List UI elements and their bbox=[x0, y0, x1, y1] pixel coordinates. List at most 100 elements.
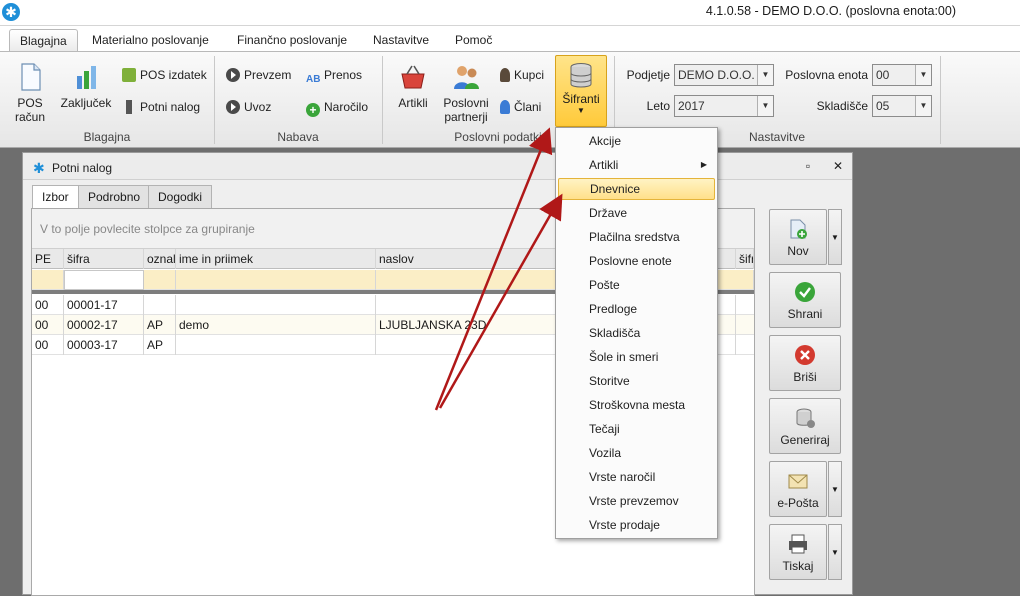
database-icon bbox=[570, 63, 592, 88]
skladisce-combo[interactable]: 05 ▼ bbox=[872, 95, 932, 117]
potni-nalog-label: Potni nalog bbox=[140, 100, 201, 114]
zakljucek-button[interactable]: Zaključek bbox=[56, 62, 116, 110]
podjetje-combo[interactable]: DEMO D.O.O. ▼ bbox=[674, 64, 774, 86]
prevzem-button[interactable]: Prevzem bbox=[226, 65, 291, 85]
sifranti-label: Šifranti bbox=[562, 92, 600, 106]
uvoz-button[interactable]: Uvoz bbox=[226, 97, 271, 117]
money-icon bbox=[122, 68, 136, 82]
group-separator bbox=[940, 56, 941, 144]
pin-icon bbox=[126, 100, 132, 114]
cell-pe: 00 bbox=[32, 295, 64, 315]
chevron-down-icon[interactable]: ▼ bbox=[915, 65, 931, 85]
envelope-icon bbox=[788, 474, 808, 489]
cell-pe: 00 bbox=[32, 335, 64, 355]
email-button-label: e-Pošta bbox=[777, 496, 819, 510]
menu-item-poste[interactable]: Pošte bbox=[558, 274, 715, 296]
artikli-label: Artikli bbox=[398, 96, 428, 110]
close-icon[interactable]: ✕ bbox=[831, 159, 845, 173]
new-button[interactable]: Nov bbox=[769, 209, 827, 265]
prenos-button[interactable]: AB Prenos bbox=[306, 65, 362, 85]
menu-item-akcije[interactable]: Akcije bbox=[558, 130, 715, 152]
menu-item-dnevnice[interactable]: Dnevnice bbox=[558, 178, 715, 200]
pos-izdatek-button[interactable]: POS izdatek bbox=[122, 65, 207, 85]
clani-button[interactable]: Člani bbox=[500, 97, 541, 117]
people-icon bbox=[454, 66, 479, 89]
filter-cell[interactable] bbox=[176, 270, 376, 290]
cell-sifra: 00001-17 bbox=[64, 295, 144, 315]
poslovni-partnerji-button[interactable]: Poslovni partnerji bbox=[440, 62, 492, 124]
menu-item-vozila[interactable]: Vozila bbox=[558, 442, 715, 464]
leto-label: Leto bbox=[646, 99, 670, 113]
filter-cell[interactable] bbox=[64, 270, 144, 290]
menu-item-vrste-prevzemov[interactable]: Vrste prevzemov bbox=[558, 490, 715, 512]
cell-oznaka: AP bbox=[144, 315, 176, 335]
menu-item-artikli[interactable]: Artikli ▶ bbox=[558, 154, 715, 176]
kupci-label: Kupci bbox=[514, 68, 545, 82]
child-window-title: Potni nalog bbox=[52, 161, 113, 175]
podjetje-value: DEMO D.O.O. bbox=[678, 68, 755, 82]
poslovna-enota-combo[interactable]: 00 ▼ bbox=[872, 64, 932, 86]
filter-cell[interactable] bbox=[144, 270, 176, 290]
tab-blagajna[interactable]: Blagajna bbox=[9, 29, 78, 53]
column-header-sifra-2[interactable]: šifr bbox=[736, 249, 754, 269]
chevron-down-icon[interactable]: ▼ bbox=[757, 65, 773, 85]
sifranti-button[interactable]: Šifranti ▼ bbox=[555, 55, 607, 127]
tab-podrobno[interactable]: Podrobno bbox=[78, 185, 151, 208]
uvoz-label: Uvoz bbox=[244, 100, 272, 114]
leto-combo[interactable]: 2017 ▼ bbox=[674, 95, 774, 117]
pos-racun-button[interactable]: POS račun bbox=[6, 62, 54, 124]
zakljucek-label: Zaključek bbox=[60, 96, 112, 110]
filter-cell[interactable] bbox=[32, 270, 64, 290]
menu-item-vrste-prodaje[interactable]: Vrste prodaje bbox=[558, 514, 715, 536]
ribbon: POS račun Zaključek POS izdatek Potni na… bbox=[0, 51, 1020, 148]
menu-item-drzave[interactable]: Države bbox=[558, 202, 715, 224]
tab-pomoc[interactable]: Pomoč bbox=[445, 29, 502, 52]
menu-item-placilna-sredstva[interactable]: Plačilna sredstva bbox=[558, 226, 715, 248]
menu-item-skladisca[interactable]: Skladišča bbox=[558, 322, 715, 344]
poslovna-enota-label: Poslovna enota bbox=[785, 68, 868, 82]
cell-oznaka: AP bbox=[144, 335, 176, 355]
tab-izbor[interactable]: Izbor bbox=[32, 185, 79, 209]
chevron-down-icon[interactable]: ▼ bbox=[757, 96, 773, 116]
print-dropdown-chevron-icon[interactable]: ▼ bbox=[828, 524, 842, 580]
column-header-ime-in-priimek[interactable]: ime in priimek bbox=[176, 249, 376, 269]
plus-icon: + bbox=[306, 103, 320, 117]
app-logo-icon: ✱ bbox=[33, 160, 45, 176]
menu-item-poslovne-enote[interactable]: Poslovne enote bbox=[558, 250, 715, 272]
email-dropdown-chevron-icon[interactable]: ▼ bbox=[828, 461, 842, 517]
potni-nalog-button[interactable]: Potni nalog bbox=[122, 97, 200, 117]
delete-icon bbox=[795, 345, 815, 365]
kupci-button[interactable]: Kupci bbox=[500, 65, 544, 85]
menu-item-tecaji[interactable]: Tečaji bbox=[558, 418, 715, 440]
column-header-pe[interactable]: PE bbox=[32, 249, 64, 269]
email-button[interactable]: e-Pošta bbox=[769, 461, 827, 517]
print-button[interactable]: Tiskaj bbox=[769, 524, 827, 580]
maximize-icon[interactable]: ▫ bbox=[801, 159, 815, 173]
ribbon-tab-bar: Blagajna Materialno poslovanje Finančno … bbox=[0, 26, 1020, 53]
generate-button[interactable]: Generiraj bbox=[769, 398, 841, 454]
menu-item-vrste-narocil[interactable]: Vrste naročil bbox=[558, 466, 715, 488]
menu-item-predloge[interactable]: Predloge bbox=[558, 298, 715, 320]
menu-item-sole-in-smeri[interactable]: Šole in smeri bbox=[558, 346, 715, 368]
save-button[interactable]: Shrani bbox=[769, 272, 841, 328]
column-header-oznaka[interactable]: oznal bbox=[144, 249, 176, 269]
tab-dogodki[interactable]: Dogodki bbox=[148, 185, 213, 208]
column-header-sifra[interactable]: šifra bbox=[64, 249, 144, 269]
tab-materialno-poslovanje[interactable]: Materialno poslovanje bbox=[82, 29, 219, 52]
delete-button[interactable]: Briši bbox=[769, 335, 841, 391]
document-icon bbox=[21, 63, 41, 91]
generate-button-label: Generiraj bbox=[780, 433, 830, 447]
menu-item-storitve[interactable]: Storitve bbox=[558, 370, 715, 392]
tab-nastavitve[interactable]: Nastavitve bbox=[363, 29, 439, 52]
chevron-down-icon: ▼ bbox=[577, 106, 585, 115]
chevron-down-icon[interactable]: ▼ bbox=[915, 96, 931, 116]
printer-icon bbox=[789, 534, 807, 554]
artikli-button[interactable]: Artikli bbox=[390, 62, 436, 110]
tab-financno-poslovanje[interactable]: Finančno poslovanje bbox=[227, 29, 357, 52]
new-button-label: Nov bbox=[787, 244, 809, 258]
narocilo-button[interactable]: + Naročilo bbox=[306, 97, 368, 117]
cell-sifra: 00003-17 bbox=[64, 335, 144, 355]
new-dropdown-chevron-icon[interactable]: ▼ bbox=[828, 209, 842, 265]
submenu-arrow-icon: ▶ bbox=[700, 160, 707, 169]
menu-item-stroskovna-mesta[interactable]: Stroškovna mesta bbox=[558, 394, 715, 416]
